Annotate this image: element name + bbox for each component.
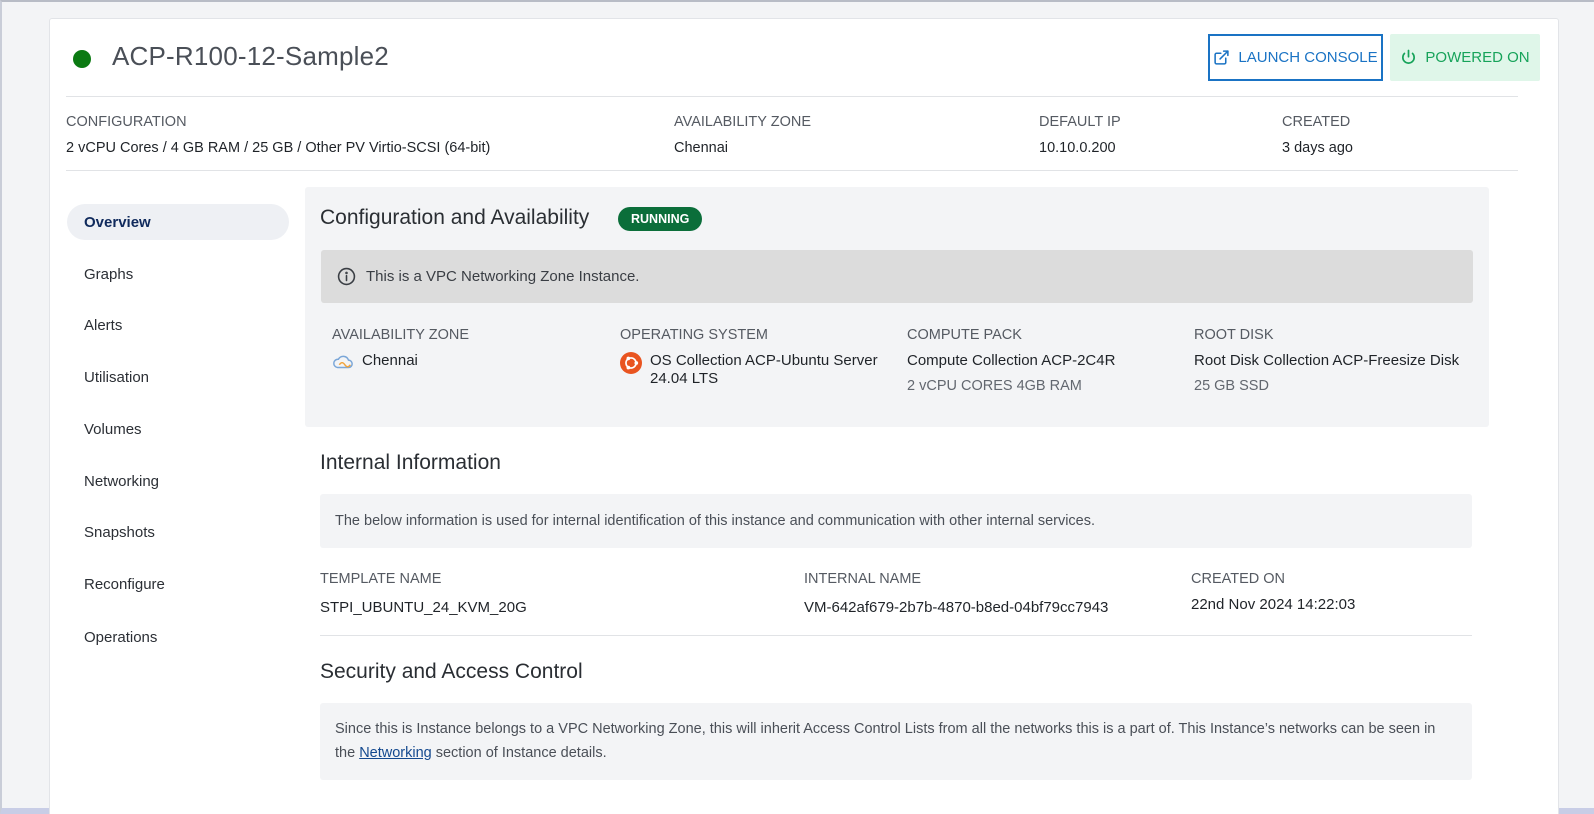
sidebar-item-utilisation[interactable]: Utilisation: [67, 359, 289, 395]
internal-name-value: VM-642af679-2b7b-4870-b8ed-04bf79cc7943: [804, 599, 1109, 616]
sidebar-item-graphs[interactable]: Graphs: [67, 256, 289, 292]
root-disk-detail: 25 GB SSD: [1194, 378, 1269, 394]
panel-zone-value: Chennai: [362, 352, 418, 369]
networking-link[interactable]: Networking: [359, 745, 432, 761]
instance-card: ACP-R100-12-Sample2 LAUNCH CONSOLE POWER…: [49, 18, 1559, 814]
summary-divider: [66, 170, 1518, 171]
created-on-label: CREATED ON: [1191, 571, 1285, 587]
sidebar-item-snapshots[interactable]: Snapshots: [67, 514, 289, 550]
created-label: CREATED: [1282, 114, 1351, 130]
compute-pack-label: COMPUTE PACK: [907, 327, 1022, 343]
info-icon: [337, 267, 356, 286]
launch-console-label: LAUNCH CONSOLE: [1238, 49, 1378, 66]
configuration-value: 2 vCPU Cores / 4 GB RAM / 25 GB / Other …: [66, 140, 491, 156]
template-name-label: TEMPLATE NAME: [320, 571, 442, 587]
status-badge: RUNNING: [618, 207, 703, 231]
powered-on-label: POWERED ON: [1425, 49, 1530, 66]
powered-on-button[interactable]: POWERED ON: [1390, 34, 1540, 81]
launch-console-button[interactable]: LAUNCH CONSOLE: [1208, 34, 1383, 81]
sidebar-item-volumes[interactable]: Volumes: [67, 411, 289, 447]
security-section-title: Security and Access Control: [320, 660, 583, 683]
ubuntu-icon: [620, 352, 642, 374]
vpc-notice: This is a VPC Networking Zone Instance.: [321, 250, 1473, 303]
configuration-panel: Configuration and Availability RUNNING T…: [305, 187, 1489, 427]
header-divider: [66, 96, 1518, 97]
security-text-after: section of Instance details.: [431, 745, 607, 761]
instance-title: ACP-R100-12-Sample2: [112, 41, 389, 71]
internal-section-title: Internal Information: [320, 451, 501, 474]
default-ip-label: DEFAULT IP: [1039, 114, 1121, 130]
sidebar-item-overview[interactable]: Overview: [67, 204, 289, 240]
external-link-icon: [1214, 50, 1230, 65]
sidebar-item-operations[interactable]: Operations: [67, 619, 289, 655]
internal-description: The below information is used for intern…: [335, 513, 1096, 529]
os-value-line2: 24.04 LTS: [650, 370, 719, 387]
internal-description-box: The below information is used for intern…: [320, 494, 1472, 548]
root-disk-label: ROOT DISK: [1194, 327, 1274, 343]
sidebar-item-reconfigure[interactable]: Reconfigure: [67, 566, 289, 602]
sidebar-item-alerts[interactable]: Alerts: [67, 307, 289, 343]
panel-zone-label: AVAILABILITY ZONE: [332, 327, 469, 343]
internal-divider: [320, 635, 1472, 636]
configuration-label: CONFIGURATION: [66, 114, 187, 130]
created-value: 3 days ago: [1282, 140, 1353, 156]
cloud-icon: [333, 355, 353, 369]
power-icon: [1402, 49, 1416, 64]
os-label: OPERATING SYSTEM: [620, 327, 768, 343]
default-ip-value: 10.10.0.200: [1039, 140, 1116, 156]
template-name-value: STPI_UBUNTU_24_KVM_20G: [320, 599, 527, 616]
compute-pack-detail: 2 vCPU CORES 4GB RAM: [907, 378, 1082, 394]
compute-pack-value: Compute Collection ACP-2C4R: [907, 352, 1116, 369]
zone-label: AVAILABILITY ZONE: [674, 114, 811, 130]
zone-value: Chennai: [674, 140, 729, 156]
vpc-notice-text: This is a VPC Networking Zone Instance.: [366, 268, 640, 285]
configuration-section-title: Configuration and Availability: [320, 206, 590, 229]
internal-name-label: INTERNAL NAME: [804, 571, 922, 587]
os-value-line1: OS Collection ACP-Ubuntu Server: [650, 352, 878, 369]
created-on-value: 22nd Nov 2024 14:22:03: [1191, 596, 1356, 613]
status-indicator: [73, 50, 91, 68]
sidebar-item-networking[interactable]: Networking: [67, 463, 289, 499]
security-description-box: Since this is Instance belongs to a VPC …: [320, 703, 1472, 780]
root-disk-value: Root Disk Collection ACP-Freesize Disk: [1194, 352, 1460, 369]
